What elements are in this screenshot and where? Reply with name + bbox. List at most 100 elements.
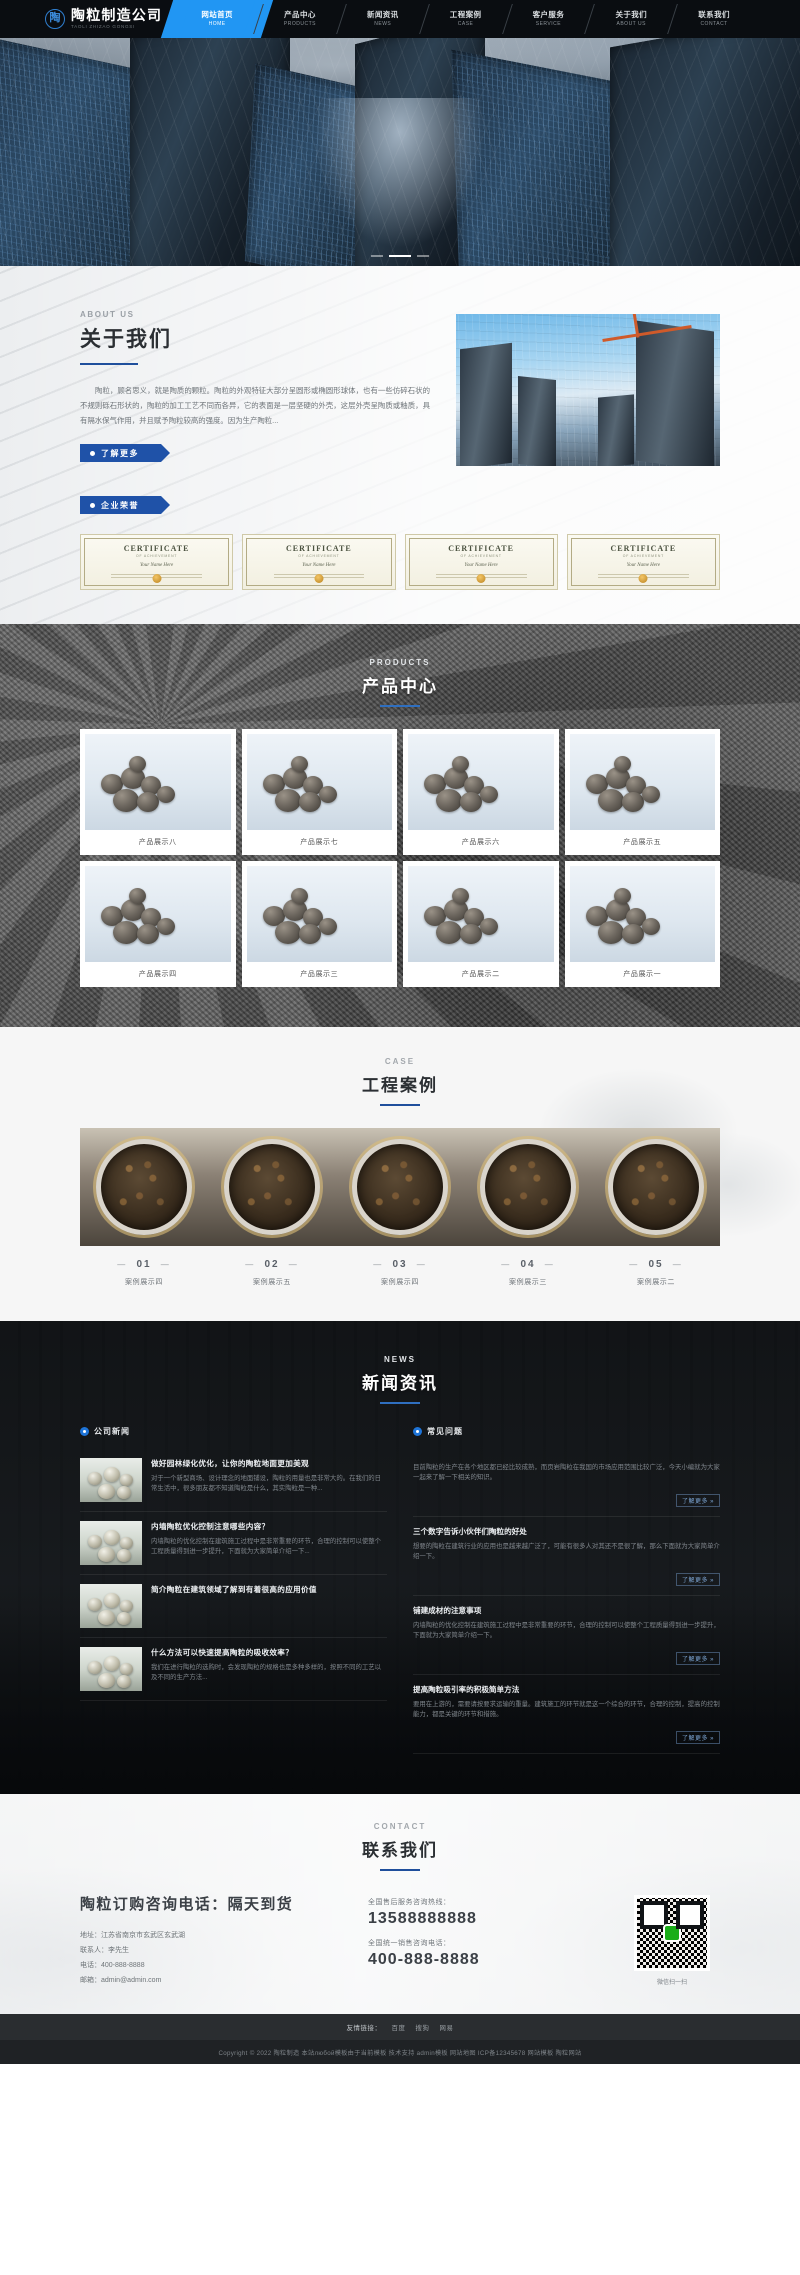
seal-icon [476, 574, 486, 583]
ceramsite-bucket [480, 1139, 576, 1235]
product-card[interactable]: 产品展示三 [241, 861, 397, 987]
case-card[interactable]: — 03 — 案例展示四 [336, 1128, 464, 1287]
product-card[interactable]: 产品展示六 [403, 729, 559, 855]
faq-item[interactable]: 铺建成材的注意事项 内墙陶粒的优化控制在建筑施工过程中是非常重要的环节，合理的控… [413, 1596, 720, 1675]
certificate-title: CERTIFICATE [123, 544, 190, 553]
nav-item-news[interactable]: 新闻资讯 NEWS [342, 0, 424, 38]
qr-caption: 微信扫一扫 [656, 1980, 687, 1986]
faq-more-link[interactable]: 了解更多 » [675, 1652, 720, 1665]
news-item[interactable]: 做好园林绿化优化，让你的陶粒地面更加美观 对于一个新型商场、设计理念的地面铺设，… [80, 1449, 387, 1512]
contact-detail-list: 地址：江苏省南京市玄武区玄武湖 联系人：李先生 电话：400-888-8888 … [80, 1928, 348, 1988]
product-card[interactable]: 产品展示七 [241, 729, 397, 855]
about-rule [80, 363, 138, 365]
bullet-icon [413, 1427, 422, 1436]
product-card[interactable]: 产品展示四 [80, 861, 236, 987]
product-image [85, 734, 231, 830]
news-section: NEWS 新闻资讯 公司新闻 做好园林绿化优化，让你的陶粒地面更加美观 对于一个… [0, 1321, 800, 1794]
news-thumbnail [80, 1521, 142, 1565]
product-image [569, 734, 715, 830]
nav-label-en: PRODUCTS [283, 21, 316, 27]
about-photo [456, 314, 720, 466]
news-tab-faq[interactable]: 常见问题 [413, 1426, 720, 1437]
certificate-card[interactable]: CERTIFICATE OF ACHIEVEMENT Your Name Her… [80, 534, 234, 590]
news-tab-company[interactable]: 公司新闻 [80, 1426, 387, 1437]
products-section: PRODUCTS 产品中心 产品展示八 产品展示七 产品展示六 产品展示五 产品… [0, 624, 800, 1027]
case-card[interactable]: — 01 — 案例展示四 [80, 1128, 208, 1287]
certificate-card[interactable]: CERTIFICATE OF ACHIEVEMENT Your Name Her… [242, 534, 396, 590]
product-caption: 产品展示一 [623, 971, 662, 978]
product-caption: 产品展示七 [300, 839, 339, 846]
certificate-card[interactable]: CERTIFICATE OF ACHIEVEMENT Your Name Her… [566, 534, 720, 590]
footer-links-bar: 友情链接： 百度 搜狗 网易 [0, 2014, 800, 2040]
nav-label-cn: 产品中心 [284, 10, 316, 19]
nav-label-cn: 网站首页 [201, 10, 233, 19]
nav-item-case[interactable]: 工程案例 CASE [425, 0, 507, 38]
bullet-icon [90, 450, 95, 456]
about-more-button[interactable]: 了解更多 [80, 444, 170, 462]
faq-item[interactable]: 提高陶粒吸引率的积极简单方法 要用在上游的，需要请按要求运输的重量。建筑施工的环… [413, 1675, 720, 1754]
ceramsite-bucket [224, 1139, 320, 1235]
about-section: ABOUT US 关于我们 陶粒，顾名思义，就是陶质的颗粒。陶粒的外观特征大部分… [0, 266, 800, 624]
faq-more-link[interactable]: 了解更多 » [675, 1573, 720, 1586]
nav-label-en: NEWS [374, 21, 392, 27]
footer-link-sogou[interactable]: 搜狗 [415, 2023, 429, 2032]
site-logo[interactable]: 陶 陶粒制造公司 TAOLI ZHIZAO GONGSI [45, 0, 176, 38]
nav-item-service[interactable]: 客户服务 SERVICE [508, 0, 590, 38]
product-caption: 产品展示三 [300, 971, 339, 978]
footer-link-baidu[interactable]: 百度 [392, 2023, 406, 2032]
news-item[interactable]: 简介陶粒在建筑领域了解到有着很高的应用价值 [80, 1575, 387, 1638]
news-item[interactable]: 内墙陶粒优化控制注意哪些内容？ 内墙陶粒的优化控制在建筑施工过程中是非常重要的环… [80, 1512, 387, 1575]
contact-slogan: 陶粒订购咨询电话：隔天到货 [80, 1896, 294, 1913]
faq-more-link[interactable]: 了解更多 » [675, 1494, 720, 1507]
hero-dot-3[interactable] [417, 255, 429, 257]
product-caption: 产品展示六 [461, 839, 500, 846]
cases-rule [380, 1104, 420, 1106]
hero-vanishing-point [300, 98, 500, 266]
product-card[interactable]: 产品展示一 [564, 861, 720, 987]
hero-dot-2[interactable] [389, 255, 411, 257]
cases-heading: CASE 工程案例 [0, 1057, 800, 1106]
faq-item[interactable]: 目前陶粒的生产在各个地区都已经比较成熟，而页岩陶粒在我国的市场应用范围比较广泛，… [413, 1449, 720, 1517]
faq-more-link[interactable]: 了解更多 » [675, 1731, 720, 1744]
news-item-desc: 内墙陶粒的优化控制在建筑施工过程中是非常重要的环节，合理的控制可以使整个工程质量… [151, 1538, 382, 1555]
honor-tab-label: 企业荣誉 [101, 500, 139, 510]
photo-building [598, 394, 634, 466]
certificate-card[interactable]: CERTIFICATE OF ACHIEVEMENT Your Name Her… [404, 534, 558, 590]
case-name: 案例展示三 [509, 1279, 547, 1286]
news-thumbnail [80, 1647, 142, 1691]
ceramsite-bucket [608, 1139, 704, 1235]
bullet-icon [80, 1427, 89, 1436]
logo-icon: 陶 [45, 9, 65, 29]
news-item[interactable]: 什么方法可以快速提高陶粒的吸收效率？ 我们在进行陶粒的选购时，会发现陶粒的规格也… [80, 1638, 387, 1701]
news-eyebrow: NEWS [384, 1355, 416, 1364]
case-number: — 03 — [373, 1259, 427, 1270]
about-photo-column [456, 304, 720, 466]
certificate-strip: CERTIFICATE OF ACHIEVEMENT Your Name Her… [80, 534, 720, 590]
photo-building [636, 320, 714, 466]
product-card[interactable]: 产品展示八 [80, 729, 236, 855]
seal-icon [152, 574, 162, 583]
case-card[interactable]: — 05 — 案例展示二 [592, 1128, 720, 1287]
product-card[interactable]: 产品展示二 [403, 861, 559, 987]
copyright-bar: Copyright © 2022 陶粒制造 本站любой模板由于当前模板 技术… [0, 2040, 800, 2064]
case-number: — 02 — [245, 1259, 299, 1270]
case-card[interactable]: — 02 — 案例展示五 [208, 1128, 336, 1287]
nav-item-home[interactable]: 网站首页 HOME [176, 0, 259, 38]
case-card[interactable]: — 04 — 案例展示三 [464, 1128, 592, 1287]
nav-label-cn: 新闻资讯 [366, 10, 399, 19]
nav-item-about[interactable]: 关于我们 ABOUT US [590, 0, 672, 38]
product-card[interactable]: 产品展示五 [564, 729, 720, 855]
news-grid: 公司新闻 做好园林绿化优化，让你的陶粒地面更加美观 对于一个新型商场、设计理念的… [80, 1426, 720, 1754]
faq-item-title: 提高陶粒吸引率的积极简单方法 [413, 1685, 520, 1694]
nav-item-products[interactable]: 产品中心 PRODUCTS [259, 0, 341, 38]
hero-dot-1[interactable] [371, 255, 383, 257]
honor-tab-button[interactable]: 企业荣誉 [80, 496, 170, 514]
footer-link-netease[interactable]: 网易 [439, 2023, 453, 2032]
case-number: — 05 — [629, 1259, 683, 1270]
nav-label-en: ABOUT US [616, 21, 646, 27]
faq-item[interactable]: 三个数字告诉小伙伴们陶粒的好处 想要的陶粒在建筑行业的应用也是越来越广泛了，可能… [413, 1517, 720, 1596]
nav-label-cn: 工程案例 [449, 10, 482, 19]
nav-item-contact[interactable]: 联系我们 CONTACT [673, 0, 755, 38]
about-more-label: 了解更多 [101, 448, 139, 458]
faq-item-desc: 想要的陶粒在建筑行业的应用也是越来越广泛了，可能有很多人对其还不是很了解，那么下… [413, 1543, 720, 1560]
